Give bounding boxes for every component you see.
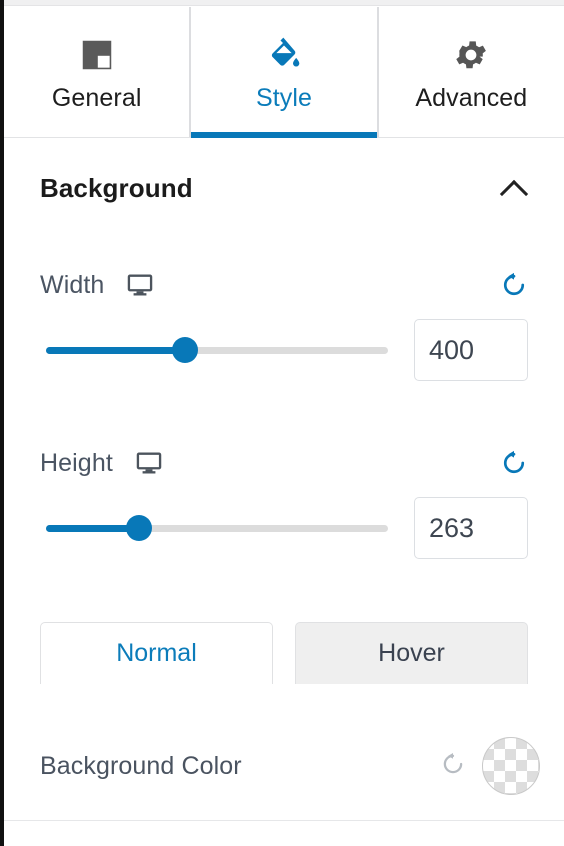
- control-height: Height: [4, 440, 564, 568]
- panel-tabs: General Style Advanced: [4, 7, 564, 138]
- background-color-label: Background Color: [40, 751, 242, 780]
- reset-icon-width[interactable]: [500, 271, 528, 299]
- tab-general[interactable]: General: [4, 7, 190, 137]
- state-tabs: Normal Hover: [40, 622, 528, 684]
- reset-icon-height[interactable]: [500, 449, 528, 477]
- control-height-body: [40, 488, 528, 568]
- section-header-background[interactable]: Background: [4, 139, 564, 237]
- desktop-icon[interactable]: [126, 271, 154, 299]
- width-value-input[interactable]: [414, 319, 528, 381]
- tab-advanced[interactable]: Advanced: [376, 7, 564, 137]
- background-color-actions: [440, 737, 540, 795]
- tab-advanced-label: Advanced: [415, 83, 528, 112]
- control-width-label: Width: [40, 270, 105, 299]
- tab-normal-label: Normal: [116, 639, 197, 667]
- panel-bottom-divider: [4, 820, 564, 821]
- slider-width[interactable]: [40, 337, 394, 363]
- tab-style-label: Style: [255, 83, 313, 112]
- desktop-icon[interactable]: [135, 449, 163, 477]
- background-color-swatch[interactable]: [482, 737, 540, 795]
- slider-width-thumb[interactable]: [172, 337, 199, 363]
- panel-top-rule: [4, 0, 564, 6]
- control-width-header: Width: [40, 262, 528, 308]
- slider-height-thumb[interactable]: [126, 515, 153, 541]
- tab-normal[interactable]: Normal: [40, 622, 273, 684]
- tab-hover[interactable]: Hover: [295, 622, 528, 684]
- tab-general-label: General: [51, 83, 142, 112]
- tab-style[interactable]: Style: [189, 7, 377, 138]
- control-width: Width: [4, 262, 564, 390]
- control-background-color: Background Color: [4, 712, 564, 820]
- style-settings-panel: General Style Advanced Background Width …: [0, 0, 564, 846]
- layout-square-icon: [78, 34, 116, 74]
- slider-height[interactable]: [40, 515, 394, 541]
- section-title: Background: [40, 172, 193, 203]
- state-tabs-underline: [4, 684, 564, 685]
- gear-icon: [452, 34, 490, 74]
- chevron-up-icon[interactable]: [500, 179, 530, 197]
- height-value-input[interactable]: [414, 497, 528, 559]
- paint-bucket-icon: [264, 34, 304, 74]
- control-width-body: [40, 310, 528, 390]
- reset-icon-background-color[interactable]: [440, 751, 466, 782]
- control-height-header: Height: [40, 440, 528, 486]
- control-height-label: Height: [40, 448, 113, 477]
- tab-hover-label: Hover: [378, 639, 445, 667]
- slider-width-fill: [46, 346, 186, 354]
